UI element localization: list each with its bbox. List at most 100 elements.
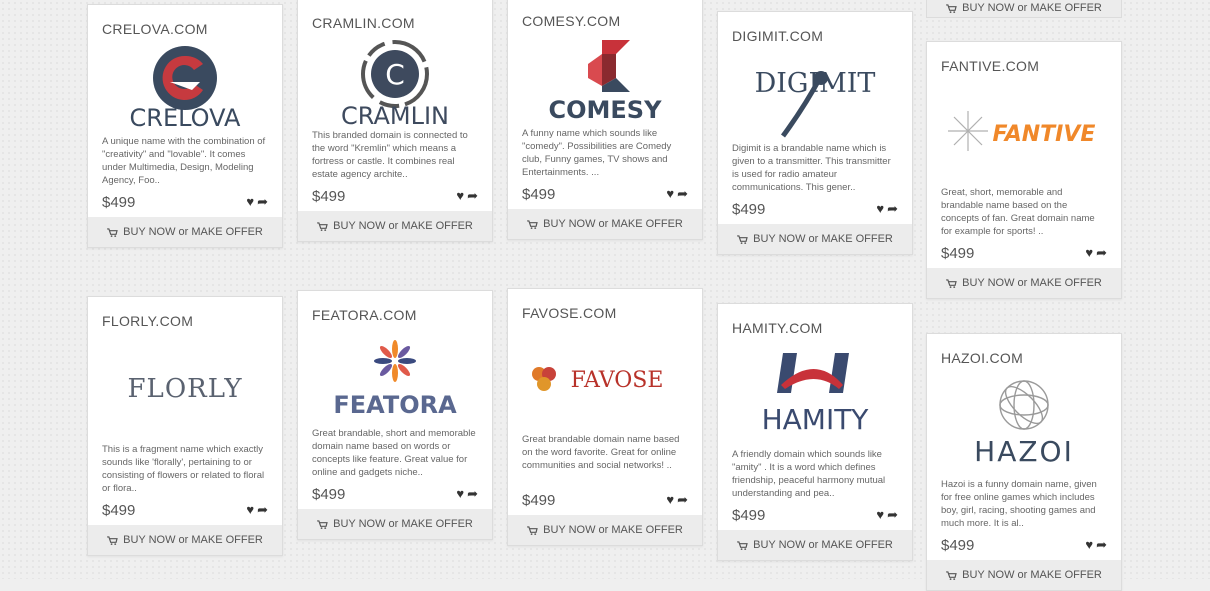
share-icon[interactable]: ➦ — [467, 486, 478, 502]
domain-logo[interactable]: C CRAMLIN — [298, 33, 492, 129]
buy-now-button[interactable]: BUY NOW or MAKE OFFER — [927, 560, 1121, 590]
share-icon[interactable]: ➦ — [1096, 537, 1107, 553]
domain-logo[interactable]: FEATORA — [298, 325, 492, 427]
share-icon[interactable]: ➦ — [1096, 245, 1107, 261]
heart-icon[interactable]: ♥ — [666, 492, 674, 508]
domain-description: This is a fragment name which exactly so… — [102, 444, 265, 494]
logo-text: HAMITY — [762, 403, 870, 436]
share-icon[interactable]: ➦ — [887, 201, 898, 217]
buy-now-button[interactable]: BUY NOW or MAKE OFFER — [508, 515, 702, 545]
cart-icon — [527, 219, 538, 229]
buy-now-button[interactable]: BUY NOW or MAKE OFFER — [718, 530, 912, 560]
domain-logo[interactable]: DIGIMIT — [718, 46, 912, 142]
domain-card[interactable]: HAMITY.COM HAMITY A friendly domain whic… — [717, 303, 913, 561]
domain-card[interactable]: FEATORA.COM FEATORA Great brandable, sho… — [297, 290, 493, 540]
share-icon[interactable]: ➦ — [887, 507, 898, 523]
domain-logo[interactable]: HAZOI — [927, 368, 1121, 478]
domain-title[interactable]: COMESY.COM — [508, 0, 702, 31]
domain-title[interactable]: DIGIMIT.COM — [718, 12, 912, 46]
domain-logo[interactable]: FLORLY — [88, 331, 282, 443]
buy-now-button[interactable]: BUY NOW or MAKE OFFER — [926, 0, 1122, 18]
domain-title[interactable]: FAVOSE.COM — [508, 289, 702, 323]
featora-logo: FEATORA — [333, 340, 457, 419]
domain-title[interactable]: FEATORA.COM — [298, 291, 492, 325]
share-icon[interactable]: ➦ — [677, 186, 688, 202]
buy-now-button[interactable]: BUY NOW or MAKE OFFER — [88, 525, 282, 555]
cart-icon — [737, 540, 748, 550]
buy-label: BUY NOW or MAKE OFFER — [543, 524, 683, 536]
price: $499 — [732, 506, 766, 524]
heart-icon[interactable]: ♥ — [666, 186, 674, 202]
buy-label: BUY NOW or MAKE OFFER — [962, 569, 1102, 581]
domain-logo[interactable]: FAVOSE — [508, 323, 702, 433]
price: $499 — [941, 244, 975, 262]
cart-icon — [317, 519, 328, 529]
logo-text: HAZOI — [974, 435, 1074, 468]
price: $499 — [732, 200, 766, 218]
heart-icon[interactable]: ♥ — [456, 486, 464, 502]
logo-text: FAVOSE — [571, 368, 664, 393]
domain-card[interactable]: FAVOSE.COM FAVOSE Great brandable domain… — [507, 288, 703, 546]
share-icon[interactable]: ➦ — [677, 492, 688, 508]
domain-card[interactable]: FANTIVE.COM FANTIVE Great, short, memora… — [926, 41, 1122, 299]
domain-card[interactable]: COMESY.COM COMESY A funny name which sou… — [507, 0, 703, 240]
buy-label: BUY NOW or MAKE OFFER — [333, 220, 473, 232]
domain-card[interactable]: DIGIMIT.COM DIGIMIT Digimit is a brandab… — [717, 11, 913, 255]
logo-text: COMESY — [549, 96, 663, 124]
cart-icon — [946, 570, 957, 580]
buy-label: BUY NOW or MAKE OFFER — [543, 218, 683, 230]
domain-title[interactable]: FANTIVE.COM — [927, 42, 1121, 76]
price: $499 — [102, 501, 136, 519]
digimit-logo: DIGIMIT — [755, 68, 875, 138]
domain-description: Great, short, memorable and brandable na… — [941, 187, 1095, 237]
buy-label: BUY NOW or MAKE OFFER — [123, 534, 263, 546]
domain-card[interactable]: FLORLY.COM FLORLY This is a fragment nam… — [87, 296, 283, 556]
buy-now-button[interactable]: BUY NOW or MAKE OFFER — [298, 509, 492, 539]
buy-now-button[interactable]: BUY NOW or MAKE OFFER — [927, 268, 1121, 298]
buy-label: BUY NOW or MAKE OFFER — [753, 233, 893, 245]
logo-text: FANTIVE — [993, 122, 1096, 147]
cart-icon — [107, 535, 118, 545]
domain-description: Hazoi is a funny domain name, given for … — [941, 479, 1097, 529]
comesy-logo: COMESY — [549, 40, 663, 124]
buy-now-button[interactable]: BUY NOW or MAKE OFFER — [718, 224, 912, 254]
logo-text: FEATORA — [333, 391, 457, 419]
domain-logo[interactable]: FANTIVE — [927, 76, 1121, 186]
domain-card[interactable]: CRELOVA.COM CRELOVA A unique name with t… — [87, 4, 283, 248]
share-icon[interactable]: ➦ — [467, 188, 478, 204]
buy-label: BUY NOW or MAKE OFFER — [962, 277, 1102, 289]
buy-now-button[interactable]: BUY NOW or MAKE OFFER — [88, 217, 282, 247]
heart-icon[interactable]: ♥ — [456, 188, 464, 204]
domain-description: Great brandable domain name based on the… — [522, 434, 680, 471]
florly-logo: FLORLY — [128, 374, 243, 404]
heart-icon[interactable]: ♥ — [1085, 245, 1093, 261]
buy-now-button[interactable]: BUY NOW or MAKE OFFER — [298, 211, 492, 241]
crelova-logo: CRELOVA — [130, 46, 241, 132]
domain-description: A funny name which sounds like "comedy".… — [522, 128, 672, 178]
domain-logo[interactable]: HAMITY — [718, 338, 912, 448]
domain-logo[interactable]: CRELOVA — [88, 39, 282, 135]
favose-logo: FAVOSE — [532, 367, 664, 393]
heart-icon[interactable]: ♥ — [1085, 537, 1093, 553]
cramlin-logo: C CRAMLIN — [341, 40, 449, 126]
domain-card[interactable]: CRAMLIN.COM C CRAMLIN This branded domai… — [297, 0, 493, 242]
fantive-logo: FANTIVE — [948, 111, 1096, 151]
domain-title[interactable]: CRELOVA.COM — [88, 5, 282, 39]
share-icon[interactable]: ➦ — [257, 502, 268, 518]
domain-title[interactable]: FLORLY.COM — [88, 297, 282, 331]
buy-label: BUY NOW or MAKE OFFER — [962, 2, 1102, 14]
share-icon[interactable]: ➦ — [257, 194, 268, 210]
logo-text: FLORLY — [128, 374, 243, 404]
heart-icon[interactable]: ♥ — [876, 201, 884, 217]
cart-icon — [946, 3, 957, 13]
domain-card[interactable]: HAZOI.COM HAZOI Hazoi is a funny domain … — [926, 333, 1122, 591]
domain-logo[interactable]: COMESY — [508, 31, 702, 127]
buy-now-button[interactable]: BUY NOW or MAKE OFFER — [508, 209, 702, 239]
heart-icon[interactable]: ♥ — [876, 507, 884, 523]
domain-title[interactable]: HAZOI.COM — [927, 334, 1121, 368]
domain-title[interactable]: CRAMLIN.COM — [298, 0, 492, 33]
heart-icon[interactable]: ♥ — [246, 502, 254, 518]
heart-icon[interactable]: ♥ — [246, 194, 254, 210]
domain-title[interactable]: HAMITY.COM — [718, 304, 912, 338]
hazoi-logo: HAZOI — [974, 380, 1074, 468]
